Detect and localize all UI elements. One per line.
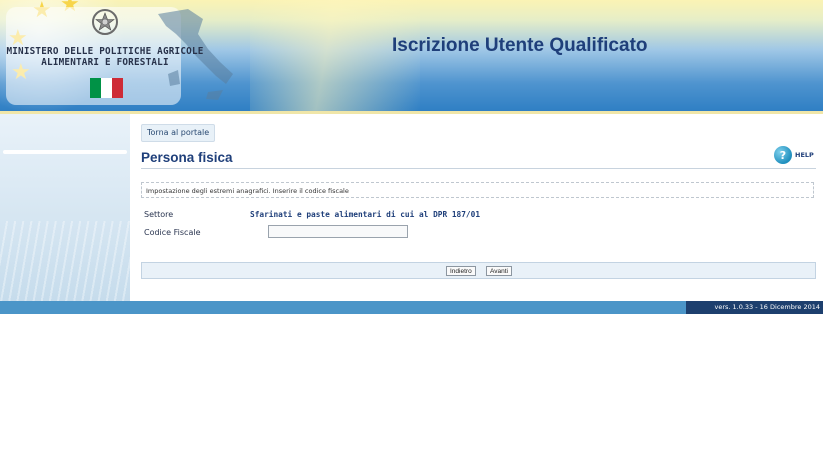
flag-stripe-white xyxy=(101,78,112,98)
main-content: Torna al portale Persona fisica ? HELP I… xyxy=(130,114,823,301)
app-title: Iscrizione Utente Qualificato xyxy=(392,35,648,56)
back-to-portal-link[interactable]: Torna al portale xyxy=(141,124,216,142)
next-button[interactable]: Avanti xyxy=(486,266,512,276)
settore-label: Settore xyxy=(144,210,174,219)
italian-republic-emblem-icon xyxy=(92,9,118,35)
codice-fiscale-input[interactable] xyxy=(268,225,408,238)
help-button[interactable]: ? HELP xyxy=(774,146,814,164)
sidebar-wheat-decoration xyxy=(0,221,130,301)
back-button[interactable]: Indietro xyxy=(446,266,476,276)
instruction-box: Impostazione degli estremi anagrafici. I… xyxy=(141,182,814,198)
sidebar-divider xyxy=(3,150,127,154)
header-banner: ★ ★ ★ ★ MINISTERO DELLE POLITICHE AGRICO… xyxy=(0,0,823,111)
italian-flag-icon xyxy=(90,78,123,98)
flag-stripe-red xyxy=(112,78,123,98)
help-icon[interactable]: ? xyxy=(774,146,792,164)
sidebar xyxy=(0,114,130,301)
footer-bar: vers. 1.0.33 - 16 Dicembre 2014 xyxy=(0,301,823,314)
ministry-name-line2: ALIMENTARI E FORESTALI xyxy=(41,57,169,68)
ministry-name-line1: MINISTERO DELLE POLITICHE AGRICOLE xyxy=(6,46,204,57)
page-title: Persona fisica xyxy=(141,150,233,165)
ministry-name: MINISTERO DELLE POLITICHE AGRICOLE ALIME… xyxy=(0,46,210,68)
codice-fiscale-label: Codice Fiscale xyxy=(144,228,201,237)
button-bar: Indietro Avanti xyxy=(141,262,816,279)
flag-stripe-green xyxy=(90,78,101,98)
help-label[interactable]: HELP xyxy=(795,151,814,159)
title-underline xyxy=(141,168,816,169)
version-label: vers. 1.0.33 - 16 Dicembre 2014 xyxy=(686,301,823,314)
settore-value: Sfarinati e paste alimentari di cui al D… xyxy=(250,210,481,219)
